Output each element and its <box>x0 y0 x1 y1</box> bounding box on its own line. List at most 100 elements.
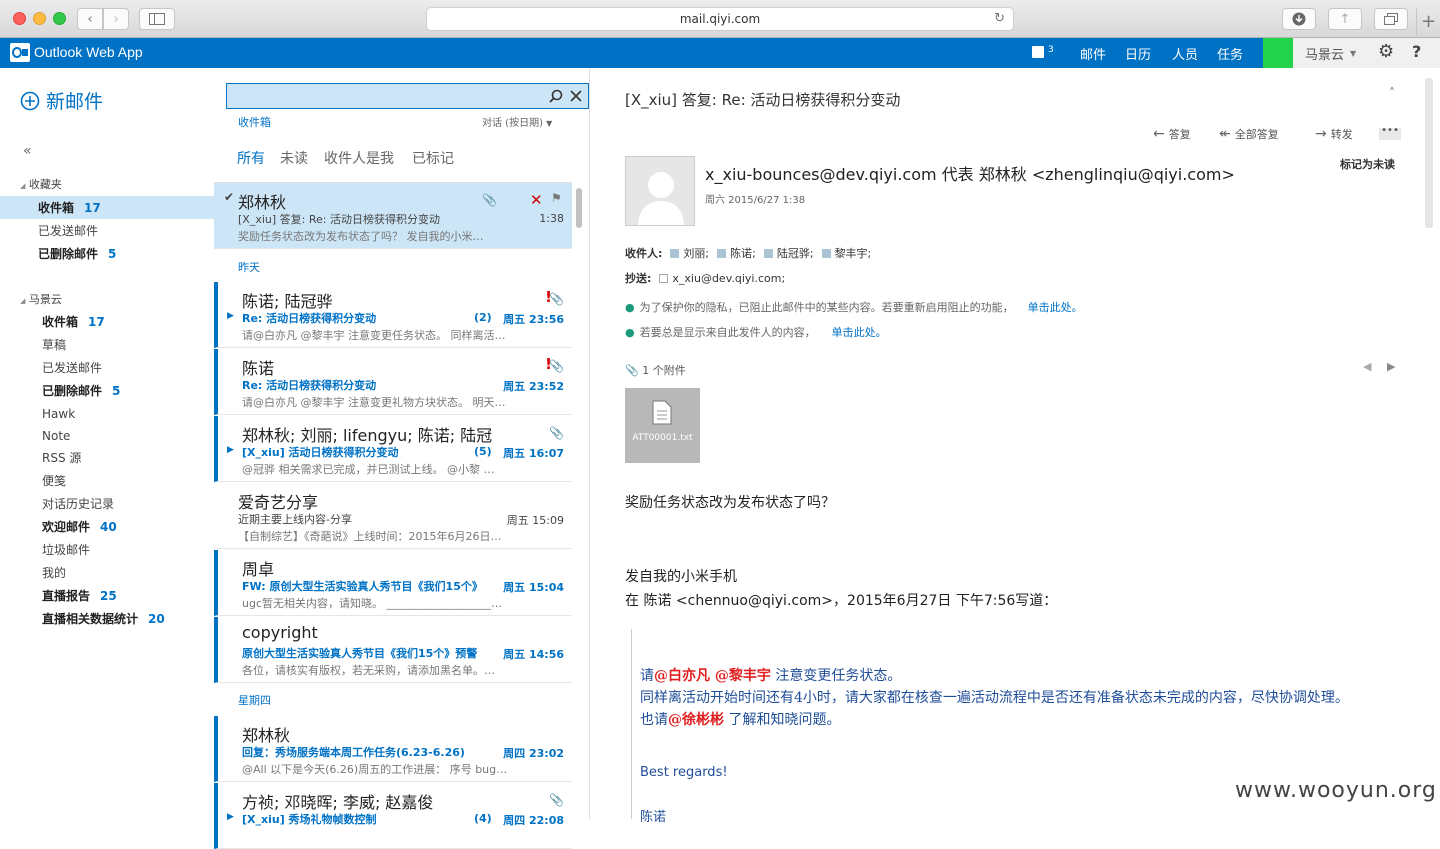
folder-note[interactable]: Note <box>0 424 214 447</box>
search-box[interactable] <box>226 83 589 109</box>
list-item[interactable]: ▶ 陈诺; 陆冠骅 Re: 活动日榜获得积分变动 (2) 请@白亦凡 @黎丰宇 … <box>214 282 572 348</box>
folder-conversation-history[interactable]: 对话历史记录 <box>0 492 214 515</box>
folder-count: 40 <box>100 519 117 534</box>
delete-icon[interactable]: ✕ <box>530 191 543 209</box>
downloads-button[interactable] <box>1282 8 1316 30</box>
gear-icon[interactable]: ⚙ <box>1378 41 1394 62</box>
back-button[interactable]: ‹ <box>77 8 103 30</box>
folder-junk[interactable]: 垃圾邮件 <box>0 538 214 561</box>
list-item[interactable]: 周卓 FW: 原创大型生活实验真人秀节目《我们15个》 ugc暂无相关内容，请知… <box>214 550 572 616</box>
mark-unread-link[interactable]: 标记为未读 <box>1340 156 1395 172</box>
folder-live-stats[interactable]: 直播相关数据统计 20 <box>0 607 214 630</box>
minimize-window-button[interactable] <box>33 12 46 25</box>
reply-all-button[interactable]: ↞ 全部答复 <box>1219 126 1279 142</box>
fav-item-inbox[interactable]: 收件箱 17 <box>0 196 214 219</box>
message-time: 周五 15:09 <box>506 514 564 527</box>
folder-count: 17 <box>88 314 105 329</box>
expand-triangle-icon[interactable]: ▶ <box>227 812 234 822</box>
sender-line[interactable]: x_xiu-bounces@dev.qiyi.com 代表 郑林秋 <zheng… <box>705 161 1235 185</box>
list-scrollbar[interactable] <box>576 188 582 228</box>
share-button[interactable]: ↑ <box>1328 8 1362 30</box>
fav-item-deleted[interactable]: 已删除邮件 5 <box>0 242 214 265</box>
reply-button[interactable]: ← 答复 <box>1153 126 1191 142</box>
fav-item-sent[interactable]: 已发送邮件 <box>0 219 214 242</box>
favorites-header[interactable]: ◢ 收藏夹 <box>20 176 62 192</box>
folder-rss[interactable]: RSS 源 <box>0 446 214 469</box>
filter-to-me[interactable]: 收件人是我 <box>324 148 394 168</box>
nav-mail[interactable]: 邮件 <box>1080 44 1107 71</box>
folder-welcome[interactable]: 欢迎邮件 40 <box>0 515 214 538</box>
filter-unread[interactable]: 未读 <box>280 148 308 168</box>
folder-deleted[interactable]: 已删除邮件 5 <box>0 379 214 402</box>
recipient[interactable]: 陈诺; <box>730 245 756 261</box>
account-header[interactable]: ◢ 马景云 <box>20 291 62 307</box>
folder-drafts[interactable]: 草稿 <box>0 333 214 356</box>
nav-calendar[interactable]: 日历 <box>1125 44 1151 63</box>
prev-attachment-icon[interactable]: ◀ <box>1363 360 1371 373</box>
list-item[interactable]: copyright 原创大型生活实验真人秀节目《我们15个》预警 各位，请核实有… <box>214 617 572 683</box>
close-window-button[interactable] <box>13 12 26 25</box>
new-mail-button[interactable]: 新邮件 <box>20 87 103 114</box>
message-sender: 陈诺; 陆冠骅 <box>242 292 333 311</box>
expand-triangle-icon: ◢ <box>20 182 26 190</box>
sent-date: 周六 2015/6/27 1:38 <box>705 195 806 206</box>
message-time: 周五 14:56 <box>503 648 564 661</box>
list-item[interactable]: 陈诺 Re: 活动日榜获得积分变动 请@白亦凡 @黎丰宇 注意变更礼物方块状态。… <box>214 349 572 415</box>
folder-sent[interactable]: 已发送邮件 <box>0 356 214 379</box>
folder-notes[interactable]: 便笺 <box>0 469 214 492</box>
search-icon[interactable] <box>549 89 563 103</box>
quote-text: 也请 <box>640 712 668 728</box>
nav-people[interactable]: 人员 <box>1172 44 1198 63</box>
zoom-window-button[interactable] <box>53 12 66 25</box>
forward-mail-button[interactable]: → 转发 <box>1315 126 1353 142</box>
recipient[interactable]: 刘丽; <box>683 245 709 261</box>
collapse-header-icon[interactable]: ˄ <box>1389 86 1395 100</box>
notification-icon[interactable] <box>1032 46 1044 58</box>
folder-hawk[interactable]: Hawk <box>0 402 214 425</box>
expand-triangle-icon[interactable]: ▶ <box>227 311 234 321</box>
folder-live-report[interactable]: 直播报告 25 <box>0 584 214 607</box>
list-item[interactable]: 爱奇艺分享 近期主要上线内容-分享 【自制综艺】《奇葩说》上线时间：2015年6… <box>218 483 572 549</box>
folder-count: 5 <box>112 383 121 398</box>
search-scope-label[interactable]: 收件箱 <box>238 114 271 130</box>
nav-tasks[interactable]: 任务 <box>1217 44 1243 63</box>
app-title: Outlook Web App <box>34 44 143 60</box>
recipient[interactable]: x_xiu@dev.qiyi.com; <box>672 272 785 285</box>
always-show-link[interactable]: 单击此处。 <box>832 326 887 339</box>
flag-icon[interactable]: ⚑ <box>551 191 562 205</box>
list-item[interactable]: 郑林秋 回复：秀场服务端本周工作任务(6.23-6.26) @All 以下是今天… <box>214 716 572 782</box>
list-item[interactable]: ▶ 郑林秋; 刘丽; lifengyu; 陈诺; 陆冠 [X_xiu] 活动日榜… <box>214 416 572 482</box>
presence-status[interactable] <box>1263 38 1293 68</box>
forward-button[interactable]: › <box>103 8 129 30</box>
sort-dropdown[interactable]: 对话 (按日期) ▼ <box>482 114 552 129</box>
reload-icon[interactable]: ↻ <box>994 11 1005 26</box>
attachment-tile[interactable]: ATT00001.txt <box>625 388 700 463</box>
sidebar-toggle-button[interactable] <box>139 8 175 30</box>
collapse-pane-button[interactable]: « <box>23 143 32 159</box>
filter-flagged[interactable]: 已标记 <box>412 148 454 168</box>
tabs-overview-button[interactable] <box>1374 8 1408 30</box>
group-header-thursday: 星期四 <box>238 694 271 707</box>
expand-triangle-icon[interactable]: ▶ <box>227 445 234 455</box>
list-item[interactable]: ▶ 方祯; 邓晓晖; 李威; 赵嘉俊 [X_xiu] 秀场礼物帧数控制 (4) … <box>214 783 572 849</box>
search-input[interactable] <box>227 84 537 108</box>
recipient[interactable]: 黎丰宇; <box>835 245 872 261</box>
more-actions-button[interactable]: ••• <box>1379 126 1401 140</box>
folder-inbox[interactable]: 收件箱 17 <box>0 310 214 333</box>
recipient[interactable]: 陆冠骅; <box>777 245 814 261</box>
reading-scrollbar[interactable] <box>1425 78 1433 228</box>
checkmark-icon[interactable]: ✔ <box>224 190 234 204</box>
next-attachment-icon[interactable]: ▶ <box>1387 360 1395 373</box>
list-item[interactable]: ✔ 郑林秋 [X_xiu] 答复: Re: 活动日榜获得积分变动 奖励任务状态改… <box>214 183 572 249</box>
share-icon: ↑ <box>1339 11 1351 27</box>
filter-all[interactable]: 所有 <box>237 148 265 168</box>
folder-mine[interactable]: 我的 <box>0 561 214 584</box>
recipients-cc: 抄送: x_xiu@dev.qiyi.com; <box>625 270 785 286</box>
enable-content-link[interactable]: 单击此处。 <box>1028 301 1083 314</box>
user-menu[interactable]: 马景云 ▼ <box>1293 38 1368 68</box>
new-tab-button[interactable]: + <box>1416 8 1440 38</box>
folder-label: 欢迎邮件 <box>42 520 91 534</box>
help-icon[interactable]: ? <box>1412 42 1421 61</box>
address-bar[interactable]: mail.qiyi.com ↻ <box>426 7 1014 31</box>
close-icon[interactable] <box>570 90 582 102</box>
